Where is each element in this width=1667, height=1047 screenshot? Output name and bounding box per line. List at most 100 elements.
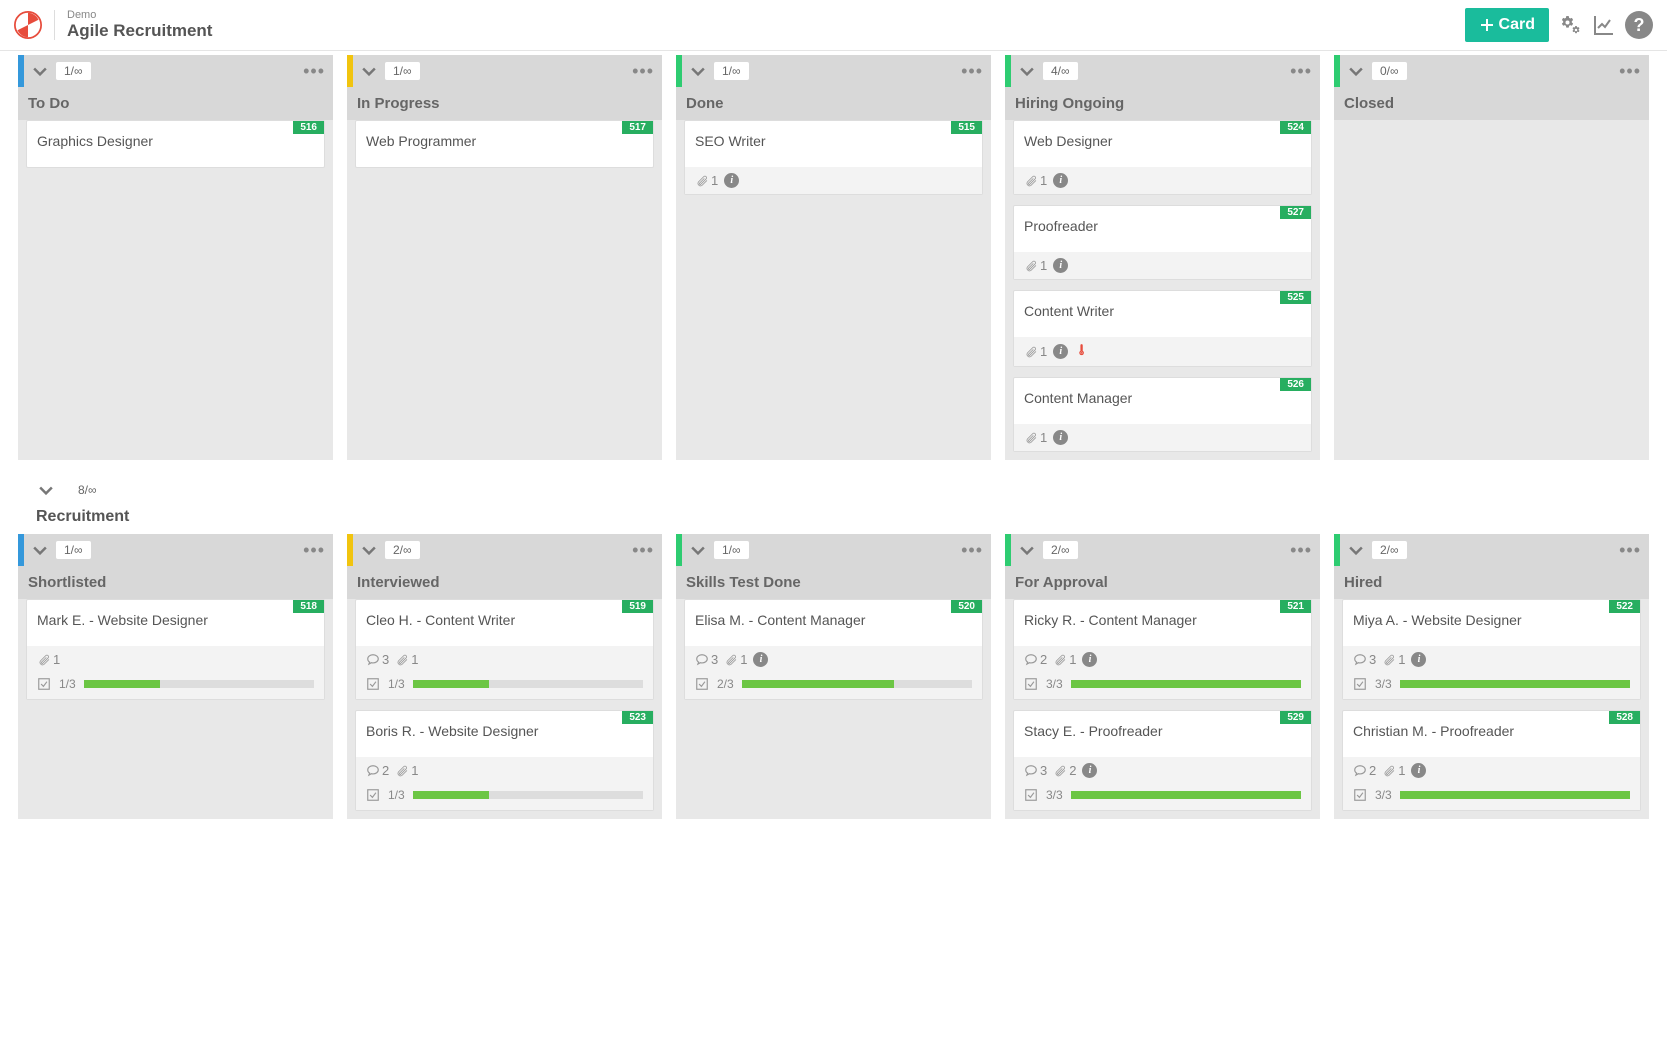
column-header: 2/∞ ••• (347, 534, 662, 566)
analytics-button[interactable] (1591, 12, 1617, 38)
card-id-badge: 520 (951, 600, 982, 613)
swimlane-collapse[interactable] (36, 480, 56, 500)
header-actions: Card ? (1465, 8, 1653, 42)
attachment-count: 1 (695, 173, 718, 188)
card-id-badge: 519 (622, 600, 653, 613)
card-title: Christian M. - Proofreader (1343, 711, 1640, 757)
column-stripe (1334, 55, 1340, 87)
column-menu[interactable]: ••• (1619, 545, 1641, 555)
add-card-button[interactable]: Card (1465, 8, 1549, 42)
kanban-card[interactable]: 529Stacy E. - Proofreader 3 2i3/3 (1013, 710, 1312, 811)
column-collapse[interactable] (688, 540, 708, 560)
kanban-card[interactable]: 518Mark E. - Website Designer 11/3 (26, 599, 325, 700)
progress-bar (413, 680, 643, 688)
column-collapse[interactable] (30, 61, 50, 81)
comments-count: 2 (1024, 652, 1047, 667)
column-menu[interactable]: ••• (1290, 66, 1312, 76)
info-icon[interactable]: i (724, 173, 739, 188)
comments-count: 3 (1024, 763, 1047, 778)
card-progress: 1/3 (356, 784, 653, 810)
app-header: Demo Agile Recruitment Card ? (0, 0, 1667, 51)
column-collapse[interactable] (1346, 61, 1366, 81)
column-collapse[interactable] (359, 540, 379, 560)
swimlane-header: 8/∞ (18, 474, 1649, 504)
column-menu[interactable]: ••• (961, 545, 983, 555)
card-meta: 1i (1014, 167, 1311, 194)
kanban-card[interactable]: 516Graphics Designer (26, 120, 325, 168)
card-title: Ricky R. - Content Manager (1014, 600, 1311, 646)
column-title: Skills Test Done (676, 566, 991, 599)
attachment-count: 1 (395, 652, 418, 667)
progress-bar (1071, 791, 1301, 799)
card-title: Content Manager (1014, 378, 1311, 424)
attachment-count: 1 (395, 763, 418, 778)
kanban-card[interactable]: 527Proofreader 1i (1013, 205, 1312, 280)
chevron-down-icon (36, 480, 56, 500)
kanban-card[interactable]: 525Content Writer 1i (1013, 290, 1312, 367)
card-list: 517Web Programmer (347, 120, 662, 176)
kanban-card[interactable]: 528Christian M. - Proofreader 2 1i3/3 (1342, 710, 1641, 811)
card-id-badge: 516 (293, 121, 324, 134)
column-wip: 0/∞ (1372, 62, 1407, 80)
plus-icon (1479, 17, 1495, 33)
column-wip: 2/∞ (385, 541, 420, 559)
kanban-card[interactable]: 521Ricky R. - Content Manager 2 1i3/3 (1013, 599, 1312, 700)
card-list: 515SEO Writer 1i (676, 120, 991, 203)
card-title: Miya A. - Website Designer (1343, 600, 1640, 646)
info-icon[interactable]: i (1411, 763, 1426, 778)
column-menu[interactable]: ••• (632, 545, 654, 555)
column-wip: 1/∞ (385, 62, 420, 80)
kanban-card[interactable]: 515SEO Writer 1i (684, 120, 983, 195)
card-meta: 1i (1014, 424, 1311, 451)
card-title: Elisa M. - Content Manager (685, 600, 982, 646)
column-menu[interactable]: ••• (1619, 66, 1641, 76)
kanban-card[interactable]: 526Content Manager 1i (1013, 377, 1312, 452)
kanban-card[interactable]: 517Web Programmer (355, 120, 654, 168)
kanban-card[interactable]: 519Cleo H. - Content Writer 3 11/3 (355, 599, 654, 700)
card-progress: 3/3 (1014, 673, 1311, 699)
settings-button[interactable] (1557, 12, 1583, 38)
info-icon[interactable]: i (1053, 430, 1068, 445)
kanban-card[interactable]: 520Elisa M. - Content Manager 3 1i2/3 (684, 599, 983, 700)
attachment-count: 1 (1024, 344, 1047, 359)
add-card-label: Card (1499, 16, 1535, 34)
card-list: 522Miya A. - Website Designer 3 1i3/3528… (1334, 599, 1649, 819)
column-menu[interactable]: ••• (303, 66, 325, 76)
kanban-column: 0/∞•••Closed (1334, 55, 1649, 460)
kanban-card[interactable]: 524Web Designer 1i (1013, 120, 1312, 195)
column-menu[interactable]: ••• (961, 66, 983, 76)
column-menu[interactable]: ••• (1290, 545, 1312, 555)
info-icon[interactable]: i (1053, 258, 1068, 273)
comments-count: 2 (366, 763, 389, 778)
column-collapse[interactable] (1017, 61, 1037, 81)
column-wip: 1/∞ (714, 62, 749, 80)
kanban-card[interactable]: 523Boris R. - Website Designer 2 11/3 (355, 710, 654, 811)
column-collapse[interactable] (1346, 540, 1366, 560)
column-menu[interactable]: ••• (632, 66, 654, 76)
info-icon[interactable]: i (1082, 652, 1097, 667)
card-list: 524Web Designer 1i 527Proofreader 1i 525Co… (1005, 120, 1320, 460)
column-collapse[interactable] (1017, 540, 1037, 560)
attachment-count: 1 (724, 652, 747, 667)
card-progress: 3/3 (1343, 784, 1640, 810)
info-icon[interactable]: i (753, 652, 768, 667)
info-icon[interactable]: i (1053, 173, 1068, 188)
info-icon[interactable]: i (1082, 763, 1097, 778)
info-icon[interactable]: i (1053, 344, 1068, 359)
info-icon[interactable]: i (1411, 652, 1426, 667)
column-collapse[interactable] (688, 61, 708, 81)
comments-count: 2 (1353, 763, 1376, 778)
column-collapse[interactable] (30, 540, 50, 560)
card-title: SEO Writer (685, 121, 982, 167)
column-header: 1/∞••• (676, 534, 991, 566)
column-collapse[interactable] (359, 61, 379, 81)
app-logo[interactable] (14, 11, 42, 39)
column-menu[interactable]: ••• (303, 545, 325, 555)
attachment-count: 1 (1024, 173, 1047, 188)
kanban-column: 2/∞•••Interviewed519Cleo H. - Content Wr… (347, 534, 662, 819)
attachment-count: 1 (1053, 652, 1076, 667)
kanban-card[interactable]: 522Miya A. - Website Designer 3 1i3/3 (1342, 599, 1641, 700)
kanban-column: 1/∞•••In Progress517Web Programmer (347, 55, 662, 460)
help-button[interactable]: ? (1625, 11, 1653, 39)
card-list (1334, 120, 1649, 128)
